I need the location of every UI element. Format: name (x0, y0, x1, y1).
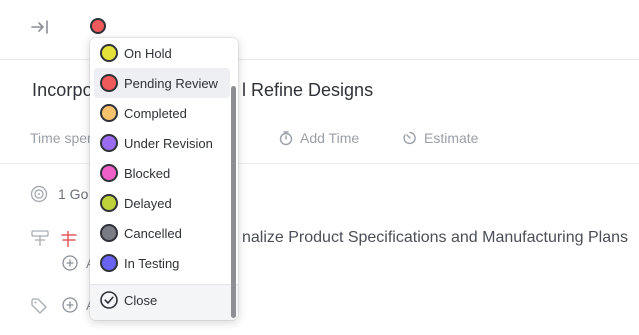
goals-row[interactable]: 1 Go (30, 185, 88, 203)
status-option-cancelled[interactable]: Cancelled (94, 218, 230, 248)
estimate-label: Estimate (424, 130, 479, 146)
dependency-icons (31, 230, 77, 247)
close-label: Close (124, 292, 158, 308)
task-title-continued[interactable]: l Refine Designs (242, 80, 373, 101)
check-circle-icon (100, 291, 118, 309)
status-option-pending-review[interactable]: Pending Review (94, 68, 230, 98)
status-option-label: On Hold (124, 45, 172, 61)
plus-circle-icon (62, 297, 78, 313)
add-time-label: Add Time (300, 130, 360, 146)
status-color-dot (100, 74, 118, 92)
close-status-button[interactable]: Close (100, 291, 157, 309)
waypoint-icon (31, 230, 49, 246)
status-color-dot (100, 254, 118, 272)
task-status-button[interactable] (90, 18, 106, 34)
collapse-sidebar-icon[interactable] (30, 18, 50, 36)
status-option-label: Blocked (124, 165, 171, 181)
status-color-dot (100, 224, 118, 242)
goal-target-icon (30, 185, 48, 203)
signpost-icon (61, 231, 77, 247)
status-option-blocked[interactable]: Blocked (94, 158, 230, 188)
tags-row (30, 297, 48, 315)
status-option-in-testing[interactable]: In Testing (94, 248, 230, 278)
status-option-completed[interactable]: Completed (94, 98, 230, 128)
status-option-label: In Testing (124, 255, 180, 271)
tag-icon (31, 298, 47, 314)
dependencies-row (30, 228, 86, 255)
time-spent-label: Time sper (30, 130, 92, 146)
status-option-label: Delayed (124, 195, 172, 211)
status-option-delayed[interactable]: Delayed (94, 188, 230, 218)
status-option-on-hold[interactable]: On Hold (94, 38, 230, 68)
stopwatch-icon (279, 131, 293, 146)
status-option-label: Cancelled (124, 225, 182, 241)
dropdown-scrollbar[interactable] (231, 86, 236, 318)
status-color-dot (100, 104, 118, 122)
add-time-button[interactable]: Add Time (278, 128, 359, 148)
estimate-icon (403, 131, 416, 145)
status-color-dot (100, 194, 118, 212)
status-color-dot (100, 134, 118, 152)
goals-count-label: 1 Go (58, 186, 89, 202)
plus-circle-icon (62, 255, 78, 271)
linked-task-name[interactable]: nalize Product Specifications and Manufa… (242, 229, 628, 247)
status-dropdown-menu: On Hold Pending Review Completed Under R… (90, 38, 238, 320)
status-option-under-revision[interactable]: Under Revision (94, 128, 230, 158)
task-title[interactable]: Incorpo (32, 80, 93, 101)
status-option-label: Pending Review (124, 75, 218, 91)
status-color-dot (100, 44, 118, 62)
status-color-dot (100, 164, 118, 182)
estimate-button[interactable]: Estimate (402, 128, 478, 148)
status-option-label: Completed (124, 105, 187, 121)
time-spent-field[interactable]: Time sper (30, 128, 92, 148)
status-option-label: Under Revision (124, 135, 213, 151)
